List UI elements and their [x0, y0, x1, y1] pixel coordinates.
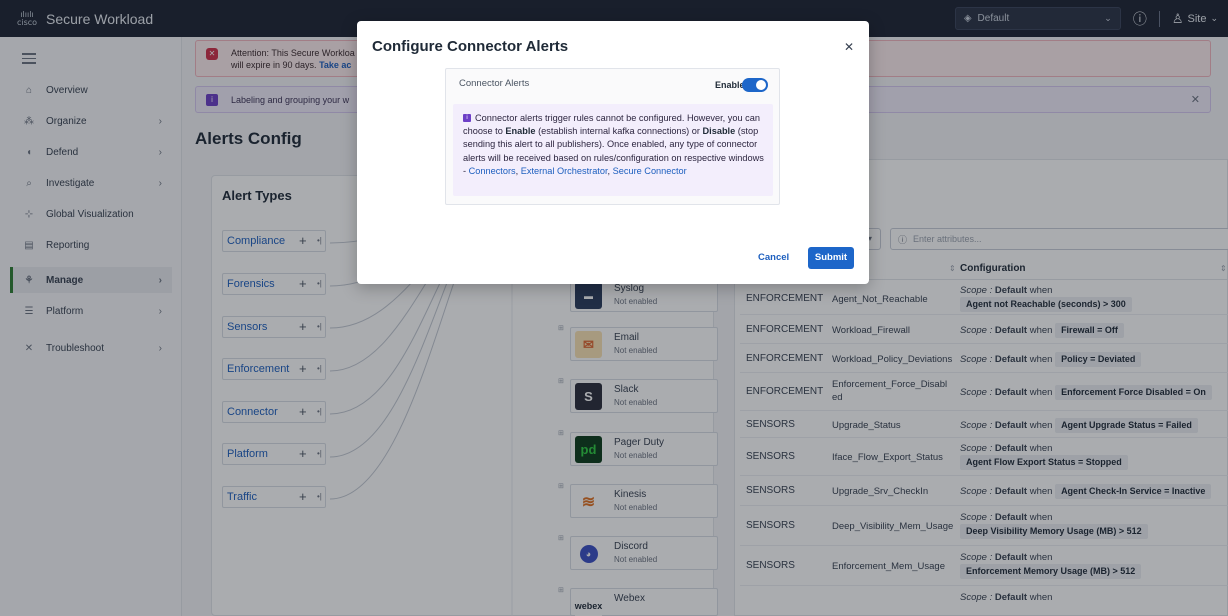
external-orchestrator-link[interactable]: External Orchestrator: [521, 166, 608, 176]
connector-alerts-card: Connector Alerts Enable i Connector aler…: [445, 68, 780, 205]
connectors-link[interactable]: Connectors: [469, 166, 516, 176]
modal-title: Configure Connector Alerts: [372, 38, 569, 55]
enable-toggle[interactable]: [742, 78, 768, 92]
close-icon[interactable]: ✕: [844, 40, 854, 54]
card-label: Connector Alerts: [459, 78, 530, 89]
cancel-button[interactable]: Cancel: [758, 252, 789, 263]
toggle-label: Enable: [715, 80, 743, 90]
info-box: i Connector alerts trigger rules cannot …: [453, 104, 773, 196]
submit-button[interactable]: Submit: [808, 247, 854, 269]
secure-connector-link[interactable]: Secure Connector: [613, 166, 687, 176]
info-text: Connector alerts trigger rules cannot be…: [463, 113, 764, 176]
configure-connector-alerts-modal: Configure Connector Alerts ✕ Connector A…: [357, 21, 869, 284]
toggle-knob: [756, 80, 766, 90]
